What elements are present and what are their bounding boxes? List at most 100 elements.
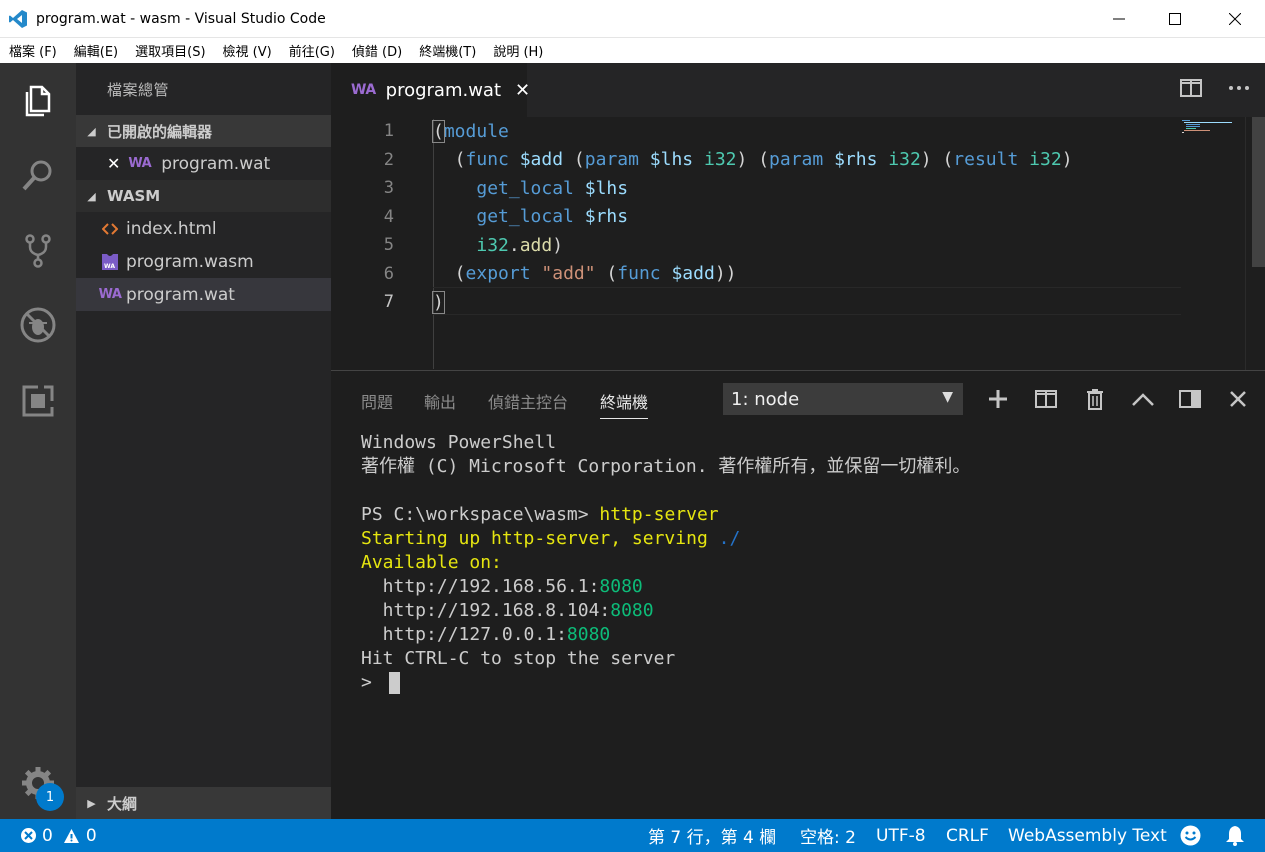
eol-status[interactable]: CRLF: [946, 819, 989, 852]
file-item-program-wasm[interactable]: WA program.wasm: [76, 245, 331, 278]
wat-file-icon: WA: [351, 82, 376, 98]
cursor-position[interactable]: 第 7 行，第 4 欄: [648, 819, 776, 852]
activity-bar: 1: [0, 63, 76, 819]
terminal-output[interactable]: Windows PowerShell 著作權 (C) Microsoft Corp…: [361, 431, 1241, 695]
maximize-panel-button[interactable]: [1131, 387, 1155, 411]
code-line[interactable]: 3 get_local $lhs: [331, 174, 1245, 202]
title-bar: program.wat - wasm - Visual Studio Code: [0, 0, 1265, 38]
code-token: func: [465, 149, 509, 170]
minimap: [1182, 120, 1232, 133]
menu-view[interactable]: 檢視 (V): [214, 41, 280, 60]
menu-terminal[interactable]: 終端機(T): [410, 41, 484, 60]
activity-extensions[interactable]: [0, 369, 76, 433]
terminal-line: Hit CTRL-C to stop the server: [361, 647, 1241, 671]
code-line[interactable]: 6 (export "add" (func $add)): [331, 260, 1245, 288]
menu-debug[interactable]: 偵錯 (D): [343, 41, 410, 60]
panel-layout-icon: [1179, 390, 1201, 408]
more-actions-button[interactable]: [1228, 79, 1250, 97]
menu-edit[interactable]: 編輯(E): [65, 41, 126, 60]
toggle-panel-position-button[interactable]: [1179, 387, 1201, 411]
terminal-text: >: [361, 672, 383, 693]
window-title: program.wat - wasm - Visual Studio Code: [36, 10, 326, 27]
terminal-text: Hit CTRL-C to stop the server: [361, 648, 676, 669]
kill-terminal-button[interactable]: [1086, 387, 1104, 411]
editor-tabs: WA program.wat ✕: [331, 63, 1265, 117]
indentation-status[interactable]: 空格: 2: [800, 819, 856, 852]
notifications-button[interactable]: [1225, 819, 1245, 852]
code-line[interactable]: 5 i32.add): [331, 231, 1245, 259]
language-mode[interactable]: WebAssembly Text: [1008, 819, 1167, 852]
activity-explorer[interactable]: [0, 69, 76, 133]
maximize-button[interactable]: [1147, 0, 1203, 38]
split-editor-button[interactable]: [1180, 79, 1202, 97]
problems-status[interactable]: 0 0: [20, 819, 97, 852]
line-number: 4: [383, 206, 394, 227]
minimize-button[interactable]: [1091, 0, 1147, 38]
menu-file[interactable]: 檔案 (F): [0, 41, 65, 60]
chevron-right-icon: ▶: [87, 796, 96, 810]
code-line[interactable]: 1 (module: [331, 117, 1245, 145]
code-line[interactable]: 4 get_local $rhs: [331, 203, 1245, 231]
folder-header[interactable]: ◢ WASM: [76, 180, 331, 212]
editor-scrollbar-thumb[interactable]: [1252, 117, 1265, 267]
close-panel-button[interactable]: [1229, 387, 1247, 411]
code-line[interactable]: 7): [331, 288, 1245, 316]
warning-icon: [63, 828, 79, 843]
split-terminal-button[interactable]: [1035, 387, 1057, 411]
tab-terminal[interactable]: 終端機: [600, 389, 649, 419]
wat-file-icon: WA: [128, 156, 152, 171]
open-editors-header[interactable]: ◢ 已開啟的編輯器: [76, 115, 331, 147]
chevron-down-icon: ◢: [87, 189, 96, 203]
activity-search[interactable]: [0, 143, 76, 207]
terminal-text: 8080: [610, 600, 654, 621]
editor-scrollbar[interactable]: [1245, 117, 1265, 370]
terminal-text: PS C:\workspace\wasm>: [361, 504, 600, 525]
code-token: $rhs: [584, 206, 629, 227]
tab-program-wat[interactable]: WA program.wat ✕: [331, 63, 530, 117]
menu-help[interactable]: 說明 (H): [484, 41, 551, 60]
tab-problems[interactable]: 問題: [361, 389, 393, 413]
open-editor-item[interactable]: ✕ WA program.wat: [76, 147, 331, 180]
new-terminal-button[interactable]: [987, 387, 1009, 411]
maximize-icon: [1169, 13, 1181, 25]
activity-debug[interactable]: [0, 293, 76, 357]
code-editor[interactable]: 1 (module 2 (func $add (param $lhs i32) (p…: [331, 117, 1245, 370]
chevron-down-icon: ◢: [87, 124, 96, 138]
code-token: (: [433, 263, 466, 284]
menu-selection[interactable]: 選取項目(S): [126, 41, 213, 60]
tab-output[interactable]: 輸出: [424, 389, 456, 413]
outline-header[interactable]: ▶ 大綱: [76, 787, 331, 819]
close-window-button[interactable]: [1207, 0, 1263, 38]
file-label: program.wasm: [126, 251, 254, 272]
close-editor-icon[interactable]: ✕: [107, 154, 120, 173]
more-icon: [1229, 86, 1249, 90]
activity-source-control[interactable]: [0, 219, 76, 283]
code-text: get_local $lhs: [433, 178, 628, 199]
code-token: ): [552, 234, 564, 256]
menu-go[interactable]: 前往(G): [280, 41, 343, 60]
feedback-button[interactable]: [1180, 819, 1201, 852]
code-token: func: [617, 263, 661, 284]
tab-close-icon[interactable]: ✕: [515, 80, 530, 101]
code-token: ): [1061, 149, 1073, 170]
file-item-program-wat[interactable]: WA program.wat: [76, 278, 331, 311]
terminal-text: http-server: [599, 504, 719, 525]
terminal-text: 著作權 (C) Microsoft Corporation. 著作權所有，並保留…: [361, 456, 971, 477]
code-line[interactable]: 2 (func $add (param $lhs i32) (param $rh…: [331, 146, 1245, 174]
tab-debug-console[interactable]: 偵錯主控台: [488, 389, 568, 413]
wasm-file-icon: WA: [98, 253, 122, 271]
trash-icon: [1087, 389, 1103, 410]
code-token: ) (: [736, 149, 770, 170]
code-token: param: [584, 149, 639, 170]
file-item-index-html[interactable]: index.html: [76, 212, 331, 245]
vscode-logo-icon: [9, 9, 27, 28]
error-count: 0: [42, 825, 53, 846]
code-token: $add: [671, 263, 715, 284]
terminal-select[interactable]: 1: node ▼: [723, 383, 963, 415]
encoding-status[interactable]: UTF-8: [876, 819, 926, 852]
